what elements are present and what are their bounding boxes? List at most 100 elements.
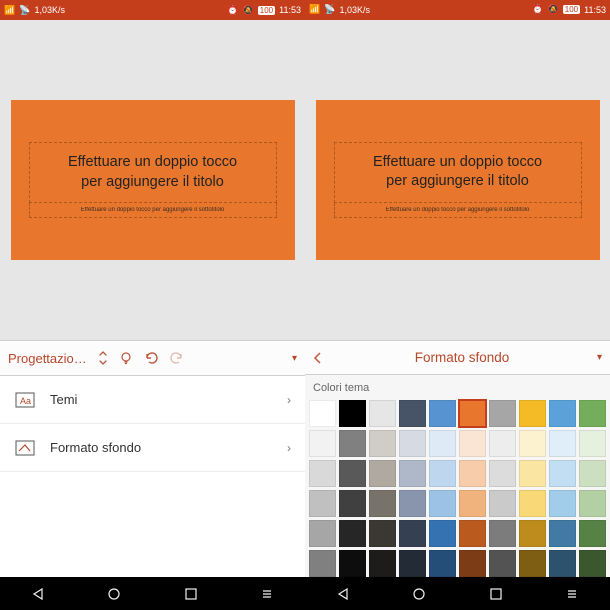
color-swatch[interactable] [339, 550, 366, 577]
color-swatch[interactable] [429, 520, 456, 547]
slide-title-placeholder[interactable]: Effettuare un doppio tocco per aggiunger… [334, 142, 582, 203]
alarm-icon: ⏰ [532, 4, 543, 15]
color-swatch[interactable] [369, 460, 396, 487]
drawer-button[interactable] [565, 587, 579, 601]
color-palette: Colori tema [305, 375, 610, 577]
color-swatch[interactable] [429, 400, 456, 427]
wifi-icon: 📡 [324, 4, 335, 15]
color-swatch[interactable] [399, 550, 426, 577]
color-swatch[interactable] [339, 460, 366, 487]
color-swatch[interactable] [309, 490, 336, 517]
back-button[interactable] [31, 587, 45, 601]
alarm-icon: ⏰ [227, 5, 238, 16]
color-swatch[interactable] [309, 430, 336, 457]
tab-design[interactable]: Progettazio… [8, 351, 87, 366]
recent-button[interactable] [489, 587, 503, 601]
color-swatch[interactable] [309, 460, 336, 487]
color-swatch[interactable] [489, 400, 516, 427]
color-swatch[interactable] [459, 490, 486, 517]
toolbar-title: Formato sfondo [337, 350, 587, 365]
color-swatch[interactable] [309, 520, 336, 547]
battery-icon: 100 [563, 5, 580, 14]
color-swatch[interactable] [309, 400, 336, 427]
color-swatch[interactable] [519, 430, 546, 457]
status-bar: 📶 📡 1,03K/s ⏰ 🔕 100 11:53 [305, 0, 610, 20]
recent-button[interactable] [184, 587, 198, 601]
chevron-down-icon[interactable]: ▾ [597, 352, 602, 363]
color-swatch[interactable] [579, 460, 606, 487]
color-swatch[interactable] [579, 430, 606, 457]
color-swatch[interactable] [489, 430, 516, 457]
color-swatch[interactable] [369, 430, 396, 457]
slide[interactable]: Effettuare un doppio tocco per aggiunger… [316, 100, 600, 260]
color-swatch[interactable] [399, 430, 426, 457]
undo-icon[interactable] [143, 351, 159, 365]
color-swatch[interactable] [519, 550, 546, 577]
menu-item-themes[interactable]: Aa Temi › [0, 376, 305, 424]
color-swatch[interactable] [549, 400, 576, 427]
color-swatch[interactable] [399, 520, 426, 547]
back-icon[interactable] [313, 352, 327, 364]
color-swatch[interactable] [369, 400, 396, 427]
expand-icon[interactable] [97, 351, 109, 365]
slide-title-placeholder[interactable]: Effettuare un doppio tocco per aggiunger… [29, 142, 277, 203]
color-swatch[interactable] [489, 520, 516, 547]
color-swatch[interactable] [519, 460, 546, 487]
color-swatch[interactable] [549, 550, 576, 577]
color-swatch[interactable] [489, 460, 516, 487]
color-swatch[interactable] [339, 400, 366, 427]
color-swatch[interactable] [339, 520, 366, 547]
drawer-button[interactable] [260, 587, 274, 601]
slide-title-line2: per aggiungere il titolo [34, 173, 272, 193]
color-swatch[interactable] [459, 430, 486, 457]
chevron-down-icon[interactable]: ▾ [292, 353, 297, 364]
slide-title-line1: Effettuare un doppio tocco [339, 153, 577, 173]
color-swatch[interactable] [429, 550, 456, 577]
color-swatch[interactable] [519, 490, 546, 517]
wifi-icon: 📡 [19, 5, 30, 16]
color-swatch[interactable] [459, 400, 486, 427]
color-swatch[interactable] [579, 490, 606, 517]
slide-canvas: Effettuare un doppio tocco per aggiunger… [0, 20, 305, 340]
color-swatch[interactable] [519, 520, 546, 547]
color-swatch[interactable] [429, 460, 456, 487]
color-swatch[interactable] [369, 490, 396, 517]
home-button[interactable] [412, 587, 426, 601]
slide-subtitle-placeholder[interactable]: Effettuare un doppio tocco per aggiunger… [29, 203, 277, 218]
menu-item-format-background[interactable]: Formato sfondo › [0, 424, 305, 472]
color-swatch[interactable] [549, 490, 576, 517]
home-button[interactable] [107, 587, 121, 601]
right-pane: 📶 📡 1,03K/s ⏰ 🔕 100 11:53 Effettuare un … [305, 0, 610, 610]
color-swatch[interactable] [549, 430, 576, 457]
slide[interactable]: Effettuare un doppio tocco per aggiunger… [11, 100, 295, 260]
color-swatch[interactable] [369, 520, 396, 547]
slide-subtitle-placeholder[interactable]: Effettuare un doppio tocco per aggiunger… [334, 203, 582, 218]
color-swatch[interactable] [549, 460, 576, 487]
color-swatch[interactable] [459, 550, 486, 577]
color-swatch[interactable] [399, 400, 426, 427]
color-swatch[interactable] [429, 430, 456, 457]
color-swatch[interactable] [399, 460, 426, 487]
color-swatch[interactable] [309, 550, 336, 577]
color-swatch[interactable] [429, 490, 456, 517]
color-swatch[interactable] [369, 550, 396, 577]
clock: 11:53 [279, 5, 301, 15]
color-swatch[interactable] [579, 400, 606, 427]
color-swatch[interactable] [579, 550, 606, 577]
color-swatch[interactable] [339, 490, 366, 517]
lightbulb-icon[interactable] [119, 351, 133, 365]
color-swatch[interactable] [459, 460, 486, 487]
color-swatch[interactable] [489, 490, 516, 517]
color-swatch[interactable] [399, 490, 426, 517]
chevron-right-icon: › [287, 441, 291, 455]
color-swatch[interactable] [489, 550, 516, 577]
back-button[interactable] [336, 587, 350, 601]
color-swatch[interactable] [549, 520, 576, 547]
redo-icon[interactable] [169, 351, 185, 365]
slide-title-line2: per aggiungere il titolo [339, 172, 577, 192]
color-swatch[interactable] [579, 520, 606, 547]
color-swatch[interactable] [339, 430, 366, 457]
color-swatch[interactable] [459, 520, 486, 547]
color-swatch[interactable] [519, 400, 546, 427]
left-pane: 📶 📡 1,03K/s ⏰ 🔕 100 11:53 Effettuare un … [0, 0, 305, 610]
